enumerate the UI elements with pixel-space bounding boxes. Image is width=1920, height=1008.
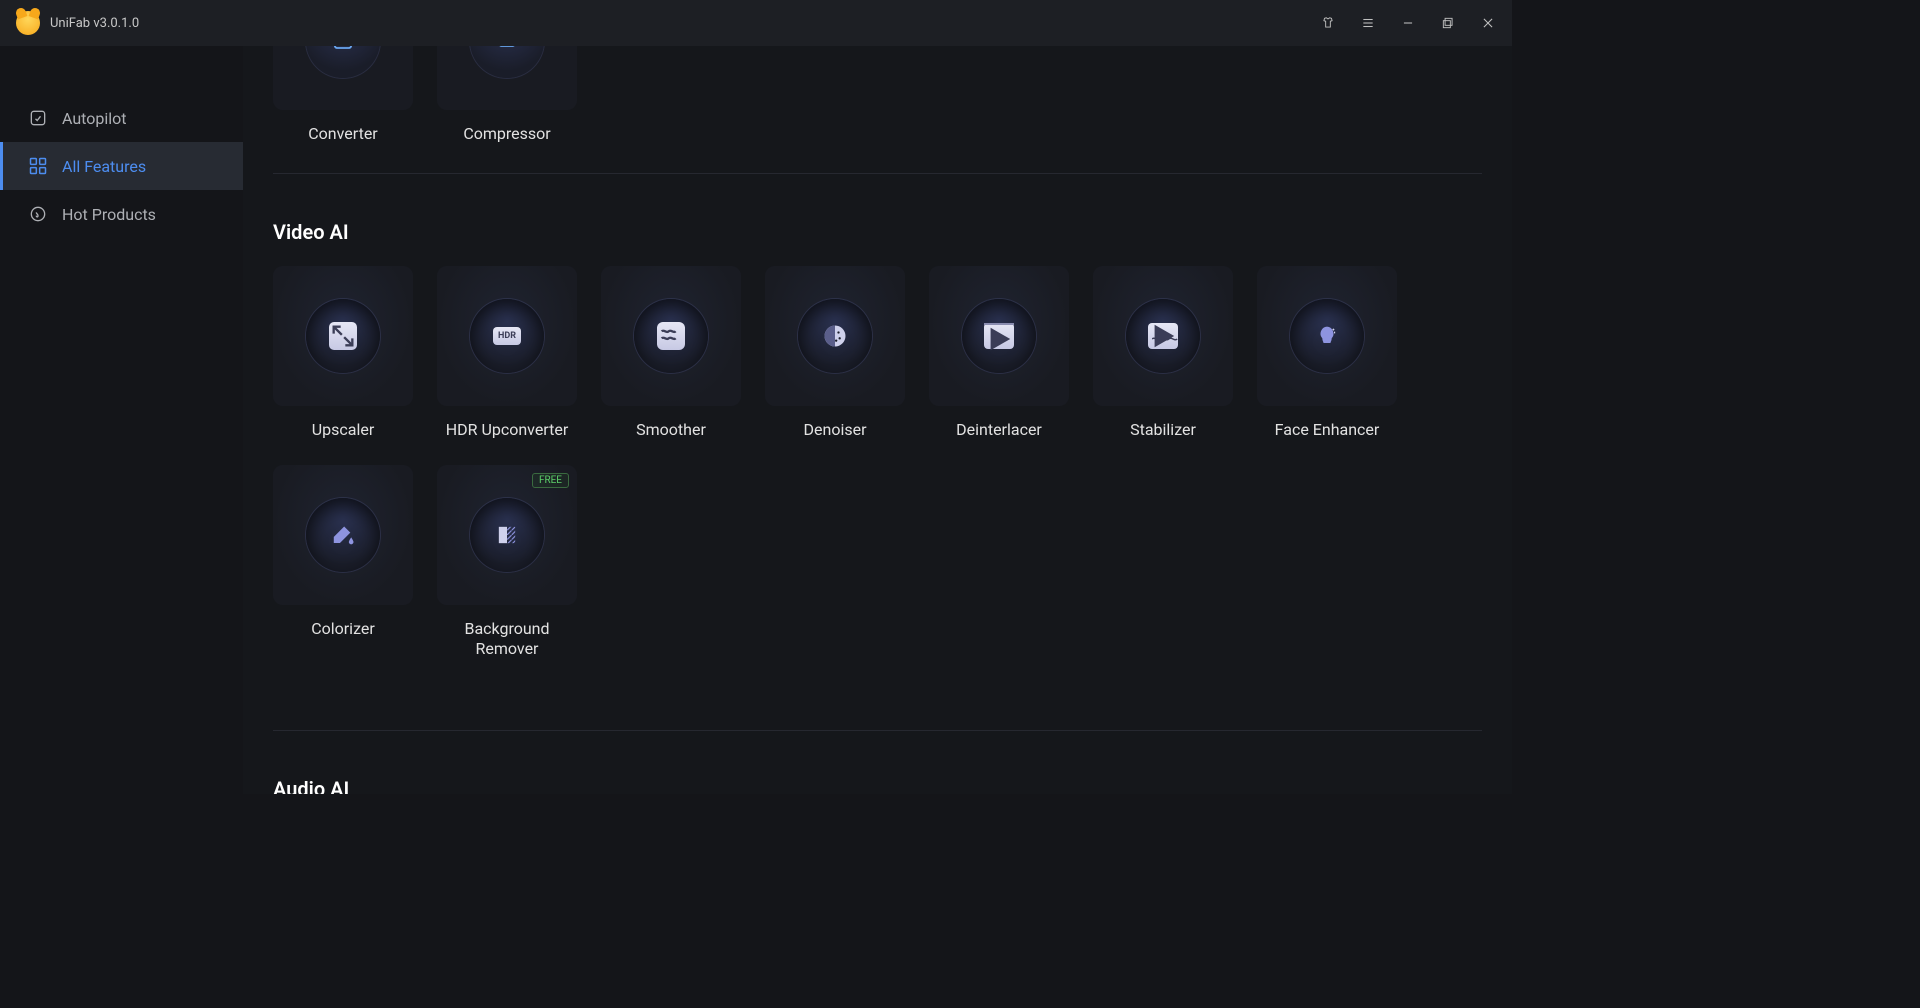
feature-label: Denoiser [804, 420, 867, 441]
feature-card-stabilizer[interactable] [1093, 266, 1233, 406]
feature-card-upscaler[interactable] [273, 266, 413, 406]
feature-card-smoother[interactable] [601, 266, 741, 406]
sidebar: Autopilot All Features Hot Products [0, 46, 243, 794]
face-enhancer-icon [1310, 319, 1344, 353]
app-title: UniFab v3.0.1.0 [50, 16, 139, 31]
section-title-video-ai: Video AI [273, 220, 1482, 244]
feature-label: Compressor [463, 124, 550, 145]
close-icon[interactable] [1480, 15, 1496, 31]
feature-label: Deinterlacer [956, 420, 1042, 441]
titlebar: UniFab v3.0.1.0 [0, 0, 1512, 46]
menu-icon[interactable] [1360, 15, 1376, 31]
smoother-icon [654, 319, 688, 353]
grid-icon [28, 156, 48, 176]
converter-icon [326, 46, 360, 58]
feature-label: Converter [308, 124, 377, 145]
feature-card-background-remover[interactable]: FREE [437, 465, 577, 605]
fire-icon [28, 204, 48, 224]
sidebar-item-label: Autopilot [62, 109, 127, 128]
feature-label: Colorizer [311, 619, 375, 640]
autopilot-icon [28, 108, 48, 128]
free-badge: FREE [532, 473, 569, 488]
section-divider [273, 730, 1482, 731]
background-remover-icon [490, 518, 524, 552]
sidebar-item-all-features[interactable]: All Features [0, 142, 243, 190]
feature-label: Smoother [636, 420, 706, 441]
denoiser-icon [818, 319, 852, 353]
feature-label: HDR Upconverter [446, 420, 569, 441]
feature-card-deinterlacer[interactable] [929, 266, 1069, 406]
deinterlacer-icon [982, 319, 1016, 353]
feature-card-compressor[interactable] [437, 46, 577, 110]
sidebar-item-label: All Features [62, 157, 146, 176]
shirt-icon[interactable] [1320, 15, 1336, 31]
stabilizer-icon [1146, 319, 1180, 353]
maximize-icon[interactable] [1440, 15, 1456, 31]
sidebar-item-label: Hot Products [62, 205, 156, 224]
section-divider [273, 173, 1482, 174]
section-title-audio-ai: Audio AI [273, 777, 1482, 794]
feature-label: Upscaler [312, 420, 375, 441]
feature-card-colorizer[interactable] [273, 465, 413, 605]
hdr-icon: HDR [490, 319, 524, 353]
feature-card-denoiser[interactable] [765, 266, 905, 406]
feature-card-hdr-upconverter[interactable]: HDR [437, 266, 577, 406]
compressor-icon [490, 46, 524, 58]
upscaler-icon [326, 319, 360, 353]
app-logo-icon [16, 11, 40, 35]
feature-label: Face Enhancer [1275, 420, 1380, 441]
minimize-icon[interactable] [1400, 15, 1416, 31]
main-content: Converter Compressor Video AI [243, 46, 1512, 794]
sidebar-item-hot-products[interactable]: Hot Products [0, 190, 243, 238]
feature-label: Background Remover [437, 619, 577, 661]
feature-card-face-enhancer[interactable] [1257, 266, 1397, 406]
feature-card-converter[interactable] [273, 46, 413, 110]
sidebar-item-autopilot[interactable]: Autopilot [0, 94, 243, 142]
feature-label: Stabilizer [1130, 420, 1196, 441]
colorizer-icon [326, 518, 360, 552]
